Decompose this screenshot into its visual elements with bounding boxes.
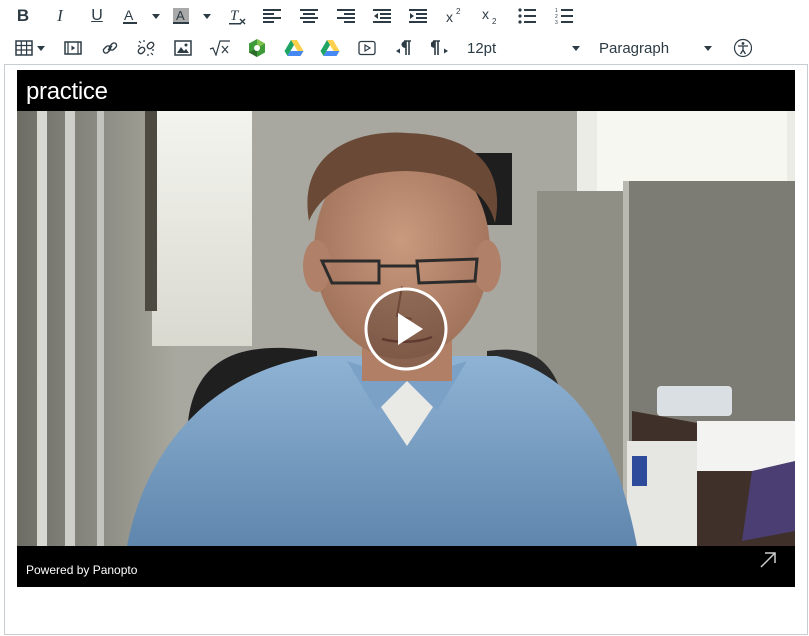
bold-button[interactable]: B [14,1,32,31]
numbered-list-button[interactable]: 1 2 3 [553,1,575,31]
background-color-button[interactable]: A [170,1,192,31]
chevron-down-icon [203,13,211,19]
indent-button[interactable] [407,1,429,31]
toolbar-row-2: 12pt Paragraph [0,33,809,63]
block-format-select[interactable]: Paragraph [599,33,717,63]
bullet-list-icon [518,8,536,24]
svg-text:2: 2 [492,17,497,26]
link-button[interactable] [99,33,121,63]
align-left-button[interactable] [261,1,283,31]
chevron-down-icon [37,45,45,51]
table-button[interactable] [13,33,35,63]
svg-text:A: A [124,7,134,23]
apps-button[interactable] [246,33,268,63]
media-button[interactable] [62,33,84,63]
svg-text:A: A [176,8,185,23]
play-icon [358,40,376,56]
ltr-button[interactable] [393,33,415,63]
align-right-button[interactable] [335,1,357,31]
indent-icon [409,9,427,23]
svg-text:T: T [230,8,240,24]
google-drive-button[interactable] [283,33,305,63]
clear-formatting-icon: T [229,8,246,25]
image-icon [174,40,192,56]
unlink-icon [137,40,155,56]
toolbar-row-1: B I U A A T x 2 x 2 1 2 3 [0,1,809,31]
background-color-icon: A [173,8,189,24]
media-icon [64,41,82,55]
background-color-dropdown[interactable] [201,1,213,31]
accessibility-icon [733,38,753,58]
chevron-down-icon [704,46,712,51]
font-size-select[interactable]: 12pt [467,33,585,63]
google-drive-button-2[interactable] [319,33,341,63]
svg-text:x: x [482,6,489,22]
align-right-icon [337,9,355,23]
chevron-down-icon [572,46,580,51]
underline-button[interactable]: U [88,1,106,31]
right-to-left-icon [431,40,448,55]
link-icon [102,42,118,54]
align-left-icon [263,9,281,23]
embedded-video-player[interactable]: practice Powered by Panopto [17,70,795,587]
rtl-button[interactable] [429,33,451,63]
outdent-button[interactable] [371,1,393,31]
chevron-down-icon [152,13,160,19]
equation-button[interactable] [208,33,232,63]
google-drive-icon [284,40,304,56]
superscript-button[interactable]: x 2 [443,1,465,31]
play-button[interactable] [363,286,449,372]
unlink-button[interactable] [135,33,157,63]
video-embed-button[interactable] [356,33,378,63]
numbered-list-icon: 1 2 3 [555,8,573,24]
svg-text:3: 3 [555,20,558,24]
accessibility-checker-button[interactable] [732,33,754,63]
table-icon [15,40,33,56]
superscript-icon: x 2 [446,7,461,25]
square-root-icon [209,40,230,56]
subscript-icon: x 2 [482,6,497,26]
powered-by-label: Powered by Panopto [26,563,138,577]
expand-icon[interactable] [759,551,777,569]
image-button[interactable] [172,33,194,63]
italic-button[interactable]: I [51,1,69,31]
bullet-list-button[interactable] [516,1,538,31]
video-title: practice [26,78,108,105]
text-color-button[interactable]: A [119,1,141,31]
svg-text:2: 2 [456,7,461,16]
align-center-icon [300,9,318,23]
green-app-icon [249,39,265,57]
text-color-dropdown[interactable] [150,1,162,31]
text-color-icon: A [123,7,137,24]
table-dropdown[interactable] [36,33,46,63]
clear-formatting-button[interactable]: T [226,1,248,31]
left-to-right-icon [396,40,411,55]
google-drive-icon [320,40,340,56]
outdent-icon [373,9,391,23]
align-center-button[interactable] [298,1,320,31]
font-size-value: 12pt [467,39,497,57]
subscript-button[interactable]: x 2 [479,1,501,31]
block-format-value: Paragraph [599,39,670,57]
svg-text:x: x [446,9,453,25]
